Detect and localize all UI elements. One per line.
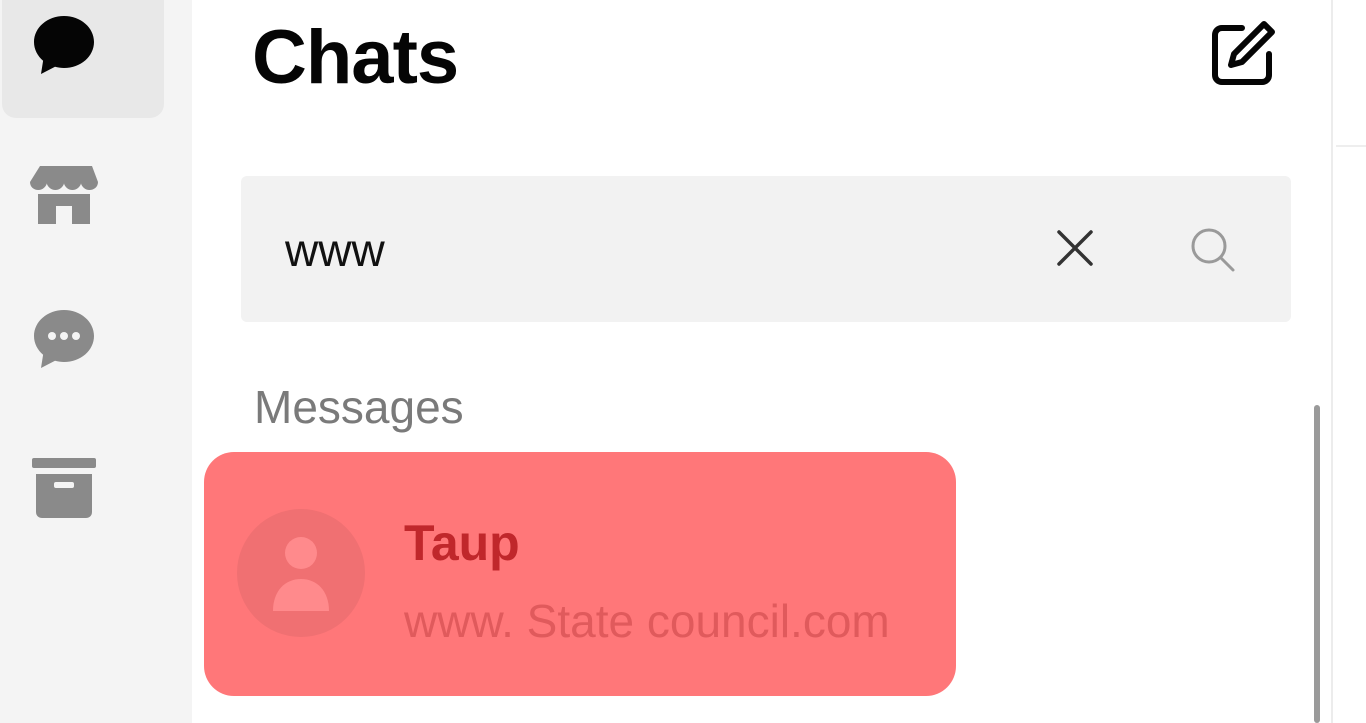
- messenger-window: Chats www Messages Taup www. State counc…: [0, 0, 1366, 723]
- sidebar-item-requests[interactable]: [2, 280, 164, 398]
- marketplace-store-icon: [28, 156, 100, 228]
- search-button[interactable]: [1185, 222, 1241, 278]
- messages-section-label: Messages: [254, 381, 464, 433]
- message-snippet: www. State council.com: [404, 595, 890, 647]
- panel-divider: [1331, 0, 1333, 723]
- chat-bubble-icon: [28, 8, 100, 80]
- sidebar-item-marketplace[interactable]: [2, 130, 164, 248]
- message-requests-icon: [28, 302, 100, 374]
- sidebar-item-archive[interactable]: [2, 428, 164, 546]
- new-message-icon: [1202, 14, 1282, 94]
- sidebar-item-chats[interactable]: [2, 0, 164, 118]
- scrollbar[interactable]: [1314, 405, 1320, 723]
- archive-box-icon: [28, 452, 100, 524]
- conversation-header-divider: [1336, 145, 1366, 147]
- contact-name: Taup: [404, 515, 520, 571]
- search-result-item[interactable]: Taup www. State council.com: [204, 452, 956, 696]
- search-bar: [241, 176, 1291, 322]
- clear-search-button[interactable]: [1047, 220, 1103, 276]
- close-icon: [1047, 220, 1103, 276]
- new-message-button[interactable]: [1202, 14, 1282, 94]
- page-title: Chats: [252, 15, 459, 100]
- avatar: [237, 509, 365, 637]
- default-avatar-icon: [237, 509, 365, 637]
- search-input[interactable]: [283, 206, 1047, 294]
- chats-panel: Chats www Messages Taup www. State counc…: [192, 0, 1332, 723]
- sidebar-rail: [0, 0, 192, 723]
- search-icon: [1185, 222, 1241, 278]
